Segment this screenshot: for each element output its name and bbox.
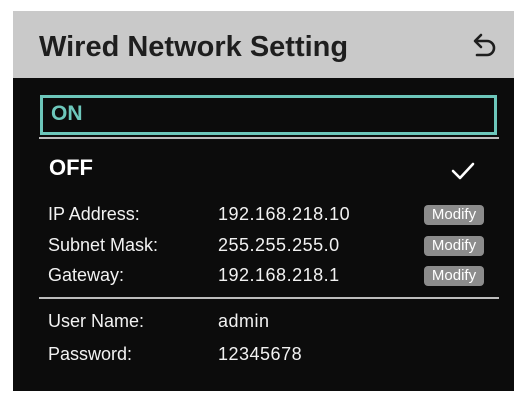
header-bar: Wired Network Setting bbox=[13, 11, 514, 78]
modify-gateway-button[interactable]: Modify bbox=[424, 266, 484, 286]
return-arrow-icon[interactable] bbox=[468, 31, 498, 59]
password-value: 12345678 bbox=[218, 344, 303, 364]
on-option[interactable]: ON bbox=[40, 95, 497, 135]
subnet-mask-value: 255.255.255.0 bbox=[218, 235, 340, 255]
password-label: Password: bbox=[48, 344, 133, 364]
gateway-label: Gateway: bbox=[48, 265, 125, 285]
modify-ip-button[interactable]: Modify bbox=[424, 205, 484, 225]
user-name-label: User Name: bbox=[48, 311, 145, 331]
user-name-value: admin bbox=[218, 311, 270, 331]
subnet-mask-label: Subnet Mask: bbox=[48, 235, 159, 255]
modify-subnet-button[interactable]: Modify bbox=[424, 236, 484, 256]
off-option-label: OFF bbox=[49, 155, 93, 180]
page-title: Wired Network Setting bbox=[39, 31, 349, 63]
divider bbox=[39, 297, 499, 299]
off-option[interactable]: OFF bbox=[39, 151, 499, 187]
settings-screen: Wired Network Setting ON OFF IP Address:… bbox=[13, 11, 514, 391]
ip-address-value: 192.168.218.10 bbox=[218, 204, 351, 224]
gateway-value: 192.168.218.1 bbox=[218, 265, 340, 285]
ip-address-label: IP Address: bbox=[48, 204, 140, 224]
on-option-label: ON bbox=[51, 102, 83, 125]
divider bbox=[39, 137, 499, 139]
checkmark-icon bbox=[451, 161, 475, 181]
